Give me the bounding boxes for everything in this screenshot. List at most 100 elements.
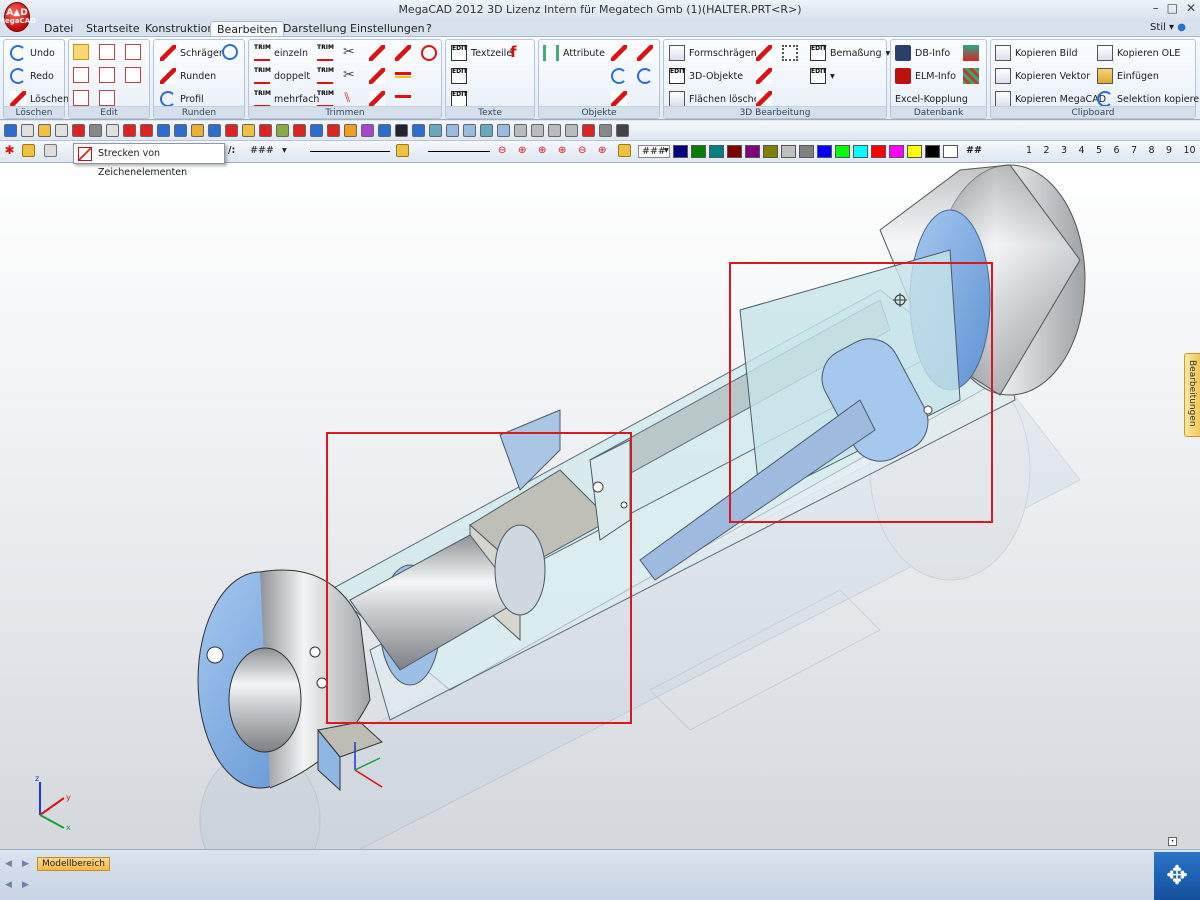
stretch-icon[interactable] [73, 44, 89, 60]
dbinfo-button[interactable]: DB-Info [895, 43, 950, 63]
tab-modellbereich[interactable]: Modellbereich [37, 857, 110, 871]
tab-help[interactable]: ? [420, 21, 438, 37]
runden-button[interactable]: Runden [160, 66, 216, 86]
chevron-down-icon[interactable]: ▾ [664, 145, 669, 156]
solid-edit2-icon[interactable] [756, 68, 772, 84]
color-swatch[interactable] [727, 145, 742, 158]
quick-tool-icon[interactable] [293, 124, 306, 137]
break-icon[interactable] [395, 45, 411, 61]
offset-icon[interactable] [99, 90, 115, 106]
quick-tool-icon[interactable] [157, 124, 170, 137]
quick-tool-icon[interactable] [174, 124, 187, 137]
quick-tool-icon[interactable] [310, 124, 323, 137]
chevron-down-icon[interactable]: ▾ [282, 145, 287, 156]
object-move-icon[interactable] [611, 45, 627, 61]
tab-scroll-right-icon[interactable]: ▶ [22, 880, 29, 890]
extend3-icon[interactable] [369, 91, 385, 107]
pen-style-icon[interactable]: /: [228, 145, 235, 156]
move-icon[interactable] [99, 44, 115, 60]
quick-tool-icon[interactable] [429, 124, 442, 137]
style-menu[interactable]: Stil ▾ ● [1150, 22, 1186, 33]
lock2-icon[interactable] [396, 144, 409, 157]
layer-number-button[interactable]: 10 [1184, 145, 1196, 156]
undo-button[interactable]: Undo [10, 43, 55, 63]
quick-tool-icon[interactable] [463, 124, 476, 137]
tab-first-icon[interactable]: ◀ [5, 859, 12, 869]
lock3-icon[interactable] [618, 144, 631, 157]
quick-tool-icon[interactable] [565, 124, 578, 137]
trim-tool2-icon[interactable]: TRIM [317, 68, 334, 84]
object-add-icon[interactable] [637, 45, 653, 61]
elminfo-button[interactable]: ELM-Info [895, 66, 956, 86]
minimize-icon[interactable]: – [1153, 1, 1159, 15]
extend-icon[interactable] [369, 45, 385, 61]
tab-startseite[interactable]: Startseite [80, 21, 146, 37]
color-swatch[interactable] [925, 145, 940, 158]
extend2-icon[interactable] [369, 68, 385, 84]
layer-number-button[interactable]: 7 [1131, 145, 1137, 156]
layer-number-button[interactable]: 3 [1061, 145, 1067, 156]
layer-number-button[interactable]: 2 [1044, 145, 1050, 156]
color-swatch[interactable] [799, 145, 814, 158]
quick-tool-icon[interactable] [276, 124, 289, 137]
text-edit2-icon[interactable]: EDIT [451, 68, 467, 84]
layer-number-button[interactable]: 5 [1096, 145, 1102, 156]
layer-icon[interactable] [44, 144, 57, 157]
quick-tool-icon[interactable] [446, 124, 459, 137]
quick-tool-icon[interactable] [208, 124, 221, 137]
scale-icon[interactable] [125, 67, 141, 83]
quick-tool-icon[interactable] [225, 124, 238, 137]
3d-model-scene[interactable] [0, 163, 1200, 849]
line-width-select[interactable] [428, 151, 490, 152]
object-link-icon[interactable] [611, 68, 627, 84]
zoom-window-icon[interactable]: ⊕ [518, 144, 531, 157]
quick-tool-icon[interactable] [259, 124, 272, 137]
line-type-select[interactable] [310, 151, 390, 152]
quick-tool-icon[interactable] [191, 124, 204, 137]
font-icon[interactable]: f [510, 44, 526, 60]
model-viewport[interactable]: z y x Bearbeitungen • [0, 163, 1200, 849]
app-logo[interactable]: A▲D MegaCAD [0, 2, 36, 32]
trim-double-button[interactable]: TRIM doppelt [254, 66, 310, 86]
snap-icon[interactable]: ✱ [3, 144, 16, 157]
quick-tool-icon[interactable] [395, 124, 408, 137]
copy-vector-button[interactable]: Kopieren Vektor [995, 66, 1090, 86]
color-swatch[interactable] [781, 145, 796, 158]
color-swatch[interactable] [943, 145, 958, 158]
tab-darstellung[interactable]: Darstellung [277, 21, 353, 37]
redo-button[interactable]: Redo [10, 66, 54, 86]
quick-tool-icon[interactable] [327, 124, 340, 137]
objekte3d-button[interactable]: EDIT 3D-Objekte [669, 66, 743, 86]
quick-tool-icon[interactable] [514, 124, 527, 137]
color-swatch[interactable] [691, 145, 706, 158]
split-icon[interactable]: ⑊ [343, 90, 359, 106]
textzeile-button[interactable]: EDIT Textzeile [451, 43, 512, 63]
zoom-all-icon[interactable]: ⊕ [538, 144, 551, 157]
color-swatch[interactable] [871, 145, 886, 158]
quick-tool-icon[interactable] [480, 124, 493, 137]
quick-tool-icon[interactable] [123, 124, 136, 137]
color-swatch[interactable] [745, 145, 760, 158]
copy-edit-icon[interactable] [125, 44, 141, 60]
color-swatch[interactable] [889, 145, 904, 158]
trim-single-button[interactable]: TRIM einzeln [254, 43, 308, 63]
quick-tool-icon[interactable] [72, 124, 85, 137]
quick-tool-icon[interactable] [89, 124, 102, 137]
quick-tool-icon[interactable] [531, 124, 544, 137]
db-numbers-icon[interactable] [963, 45, 979, 61]
rotate-icon[interactable] [73, 67, 89, 83]
color-swatch[interactable] [907, 145, 922, 158]
quick-tool-icon[interactable] [140, 124, 153, 137]
quick-tool-icon[interactable] [412, 124, 425, 137]
line-join-icon[interactable] [395, 95, 411, 100]
array-icon[interactable] [73, 90, 89, 106]
color-swatch[interactable] [709, 145, 724, 158]
attribute-button[interactable]: Attribute [543, 43, 605, 63]
copy-ole-button[interactable]: Kopieren OLE [1097, 43, 1180, 63]
schraegen-button[interactable]: Schrägen [160, 43, 225, 63]
tab-datei[interactable]: Datei [38, 21, 79, 37]
quick-tool-icon[interactable] [242, 124, 255, 137]
tab-konstruktion[interactable]: Konstruktion [139, 21, 220, 37]
quick-tool-icon[interactable] [38, 124, 51, 137]
tab-bearbeiten[interactable]: Bearbeiten [210, 21, 285, 37]
